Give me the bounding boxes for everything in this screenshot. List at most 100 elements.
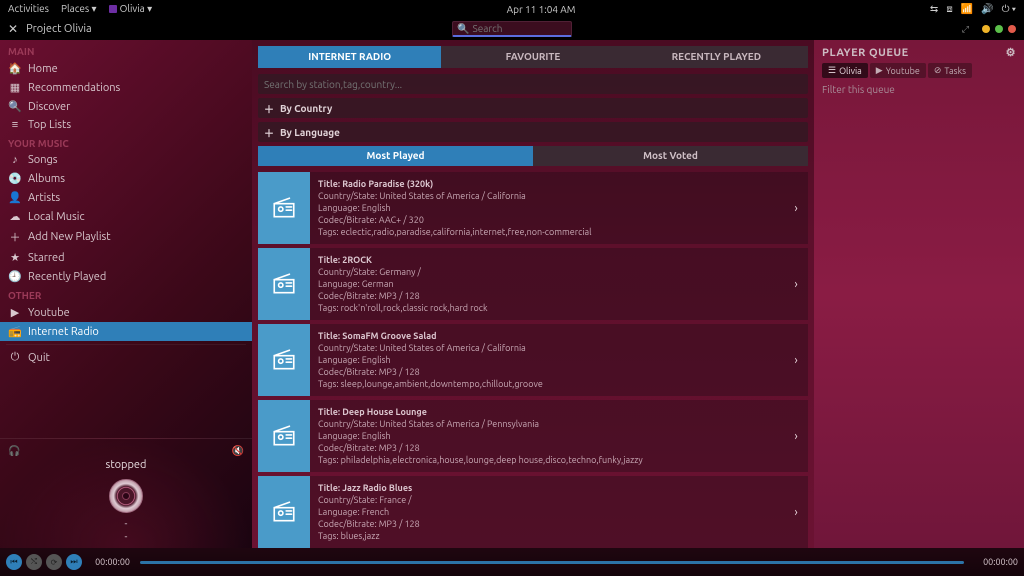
titlebar-search[interactable]: 🔍	[452, 21, 572, 37]
station-info: Title: Radio Paradise (320k)Country/Stat…	[310, 172, 784, 244]
volume-icon[interactable]: 🔇	[232, 445, 244, 457]
tab-internet-radio[interactable]: INTERNET RADIO	[258, 46, 441, 68]
youtube-icon: ▶	[8, 306, 22, 319]
icon-vpn[interactable]: ⇆	[930, 3, 938, 15]
station-row[interactable]: Title: Deep House LoungeCountry/State: U…	[258, 400, 808, 472]
player-prev-button[interactable]: ⏮	[6, 554, 22, 570]
titlebar-search-input[interactable]	[472, 23, 567, 34]
track-title: -	[8, 517, 244, 530]
icon-power[interactable]: ⏻ ▾	[1002, 3, 1016, 15]
chevron-right-icon[interactable]: ›	[784, 172, 808, 244]
sidebar-item-quit[interactable]: ⏻Quit	[0, 348, 252, 367]
player-queue-panel: PLAYER QUEUE ⚙ ☰Olivia ▶Youtube ⊘Tasks F…	[814, 40, 1024, 548]
window-maximize[interactable]	[995, 25, 1003, 33]
icon-dropbox[interactable]: ⧈	[946, 3, 952, 15]
chevron-right-icon[interactable]: ›	[784, 476, 808, 548]
playback-status: stopped	[8, 459, 244, 471]
sidebar-item-internetradio[interactable]: 📻Internet Radio	[0, 322, 252, 341]
gnome-activities[interactable]: Activities	[8, 3, 49, 15]
plus-icon: ＋	[8, 229, 22, 245]
icon-volume[interactable]: 🔊	[981, 3, 993, 15]
sidebar-item-discover[interactable]: 🔍Discover	[0, 97, 252, 116]
sort-tabs: Most Played Most Voted	[258, 146, 808, 166]
gnome-app-menu[interactable]: Olivia ▾	[109, 3, 153, 15]
sidebar-item-localmusic[interactable]: ☁Local Music	[0, 207, 252, 226]
list-icon: ≡	[8, 119, 22, 131]
station-search-input[interactable]	[264, 79, 802, 90]
queue-title: PLAYER QUEUE	[822, 47, 909, 59]
window-close-x[interactable]: ✕	[8, 22, 18, 36]
window-titlebar: ✕ Project Olivia 🔍 ⤢	[0, 18, 1024, 40]
queue-tab-olivia[interactable]: ☰Olivia	[822, 63, 868, 78]
station-thumb	[258, 248, 310, 320]
station-thumb	[258, 324, 310, 396]
sidebar-item-albums[interactable]: 💿Albums	[0, 169, 252, 188]
station-thumb	[258, 400, 310, 472]
now-playing-panel: 🎧 🔇 stopped - - -	[0, 438, 252, 548]
filter-by-language[interactable]: ＋By Language	[258, 122, 808, 142]
filter-by-country[interactable]: ＋By Country	[258, 98, 808, 118]
progress-bar[interactable]	[140, 561, 964, 564]
icon-network[interactable]: 📶	[961, 3, 973, 15]
station-row[interactable]: Title: SomaFM Groove SaladCountry/State:…	[258, 324, 808, 396]
queue-tab-tasks[interactable]: ⊘Tasks	[928, 63, 972, 78]
player-repeat-button[interactable]: ⟳	[46, 554, 62, 570]
station-row[interactable]: Title: Jazz Radio BluesCountry/State: Fr…	[258, 476, 808, 548]
window-close[interactable]	[1008, 25, 1016, 33]
sidebar-item-home[interactable]: 🏠Home	[0, 59, 252, 78]
radio-icon: 📻	[8, 325, 22, 338]
sidebar-item-starred[interactable]: ★Starred	[0, 248, 252, 267]
queue-tab-youtube[interactable]: ▶Youtube	[870, 63, 926, 78]
gnome-top-bar: Activities Places ▾ Olivia ▾ Apr 11 1:04…	[0, 0, 1024, 18]
subtab-mostplayed[interactable]: Most Played	[258, 146, 533, 166]
station-info: Title: Jazz Radio BluesCountry/State: Fr…	[310, 476, 784, 548]
track-artist: -	[8, 530, 244, 543]
disc-icon: 💿	[8, 172, 22, 185]
main-content: INTERNET RADIO FAVOURITE RECENTLY PLAYED…	[252, 40, 814, 548]
sidebar-divider	[6, 344, 246, 345]
subtab-mostvoted[interactable]: Most Voted	[533, 146, 808, 166]
power-icon: ⏻	[8, 351, 22, 364]
station-info: Title: Deep House LoungeCountry/State: U…	[310, 400, 784, 472]
sidebar-item-recommendations[interactable]: ▦Recommendations	[0, 78, 252, 97]
fullscreen-icon[interactable]: ⤢	[962, 24, 969, 35]
queue-filter[interactable]: Filter this queue	[822, 82, 1016, 97]
chevron-right-icon[interactable]: ›	[784, 324, 808, 396]
sidebar-item-toplists[interactable]: ≡Top Lists	[0, 116, 252, 134]
plus-icon: ＋	[264, 125, 274, 140]
sidebar-section-yourmusic: YOUR MUSIC	[0, 134, 252, 151]
elapsed-time: 00:00:00	[86, 557, 130, 567]
cloud-icon: ☁	[8, 210, 22, 223]
star-icon: ★	[8, 251, 22, 264]
chevron-right-icon[interactable]: ›	[784, 248, 808, 320]
sidebar: MAIN 🏠Home ▦Recommendations 🔍Discover ≡T…	[0, 40, 252, 548]
sidebar-item-recentlyplayed[interactable]: 🕘Recently Played	[0, 267, 252, 286]
player-bar: ⏮ ⤭ ⟳ ⏭ 00:00:00 00:00:00	[0, 548, 1024, 576]
sidebar-item-youtube[interactable]: ▶Youtube	[0, 303, 252, 322]
sidebar-item-addplaylist[interactable]: ＋Add New Playlist	[0, 226, 252, 248]
chevron-right-icon[interactable]: ›	[784, 400, 808, 472]
headphones-icon: 🎧	[8, 445, 20, 457]
sidebar-item-artists[interactable]: 👤Artists	[0, 188, 252, 207]
gnome-clock: Apr 11 1:04 AM	[152, 4, 930, 15]
tab-recently-played[interactable]: RECENTLY PLAYED	[625, 46, 808, 68]
gnome-system-tray[interactable]: ⇆ ⧈ 📶 🔊 ⏻ ▾	[930, 3, 1016, 15]
station-row[interactable]: Title: 2ROCKCountry/State: Germany /Lang…	[258, 248, 808, 320]
tab-favourite[interactable]: FAVOURITE	[441, 46, 624, 68]
sidebar-section-other: OTHER	[0, 286, 252, 303]
player-shuffle-button[interactable]: ⤭	[26, 554, 42, 570]
station-list: Title: Radio Paradise (320k)Country/Stat…	[258, 172, 808, 548]
window-minimize[interactable]	[982, 25, 990, 33]
station-info: Title: SomaFM Groove SaladCountry/State:…	[310, 324, 784, 396]
player-next-button[interactable]: ⏭	[66, 554, 82, 570]
station-info: Title: 2ROCKCountry/State: Germany /Lang…	[310, 248, 784, 320]
album-art-disc	[109, 479, 143, 513]
plus-icon: ＋	[264, 101, 274, 116]
home-icon: 🏠	[8, 62, 22, 75]
station-search[interactable]	[258, 74, 808, 94]
gear-icon[interactable]: ⚙	[1006, 46, 1016, 59]
gnome-places[interactable]: Places ▾	[61, 3, 97, 15]
station-row[interactable]: Title: Radio Paradise (320k)Country/Stat…	[258, 172, 808, 244]
sidebar-item-songs[interactable]: ♪Songs	[0, 151, 252, 169]
grid-icon: ▦	[8, 81, 22, 94]
